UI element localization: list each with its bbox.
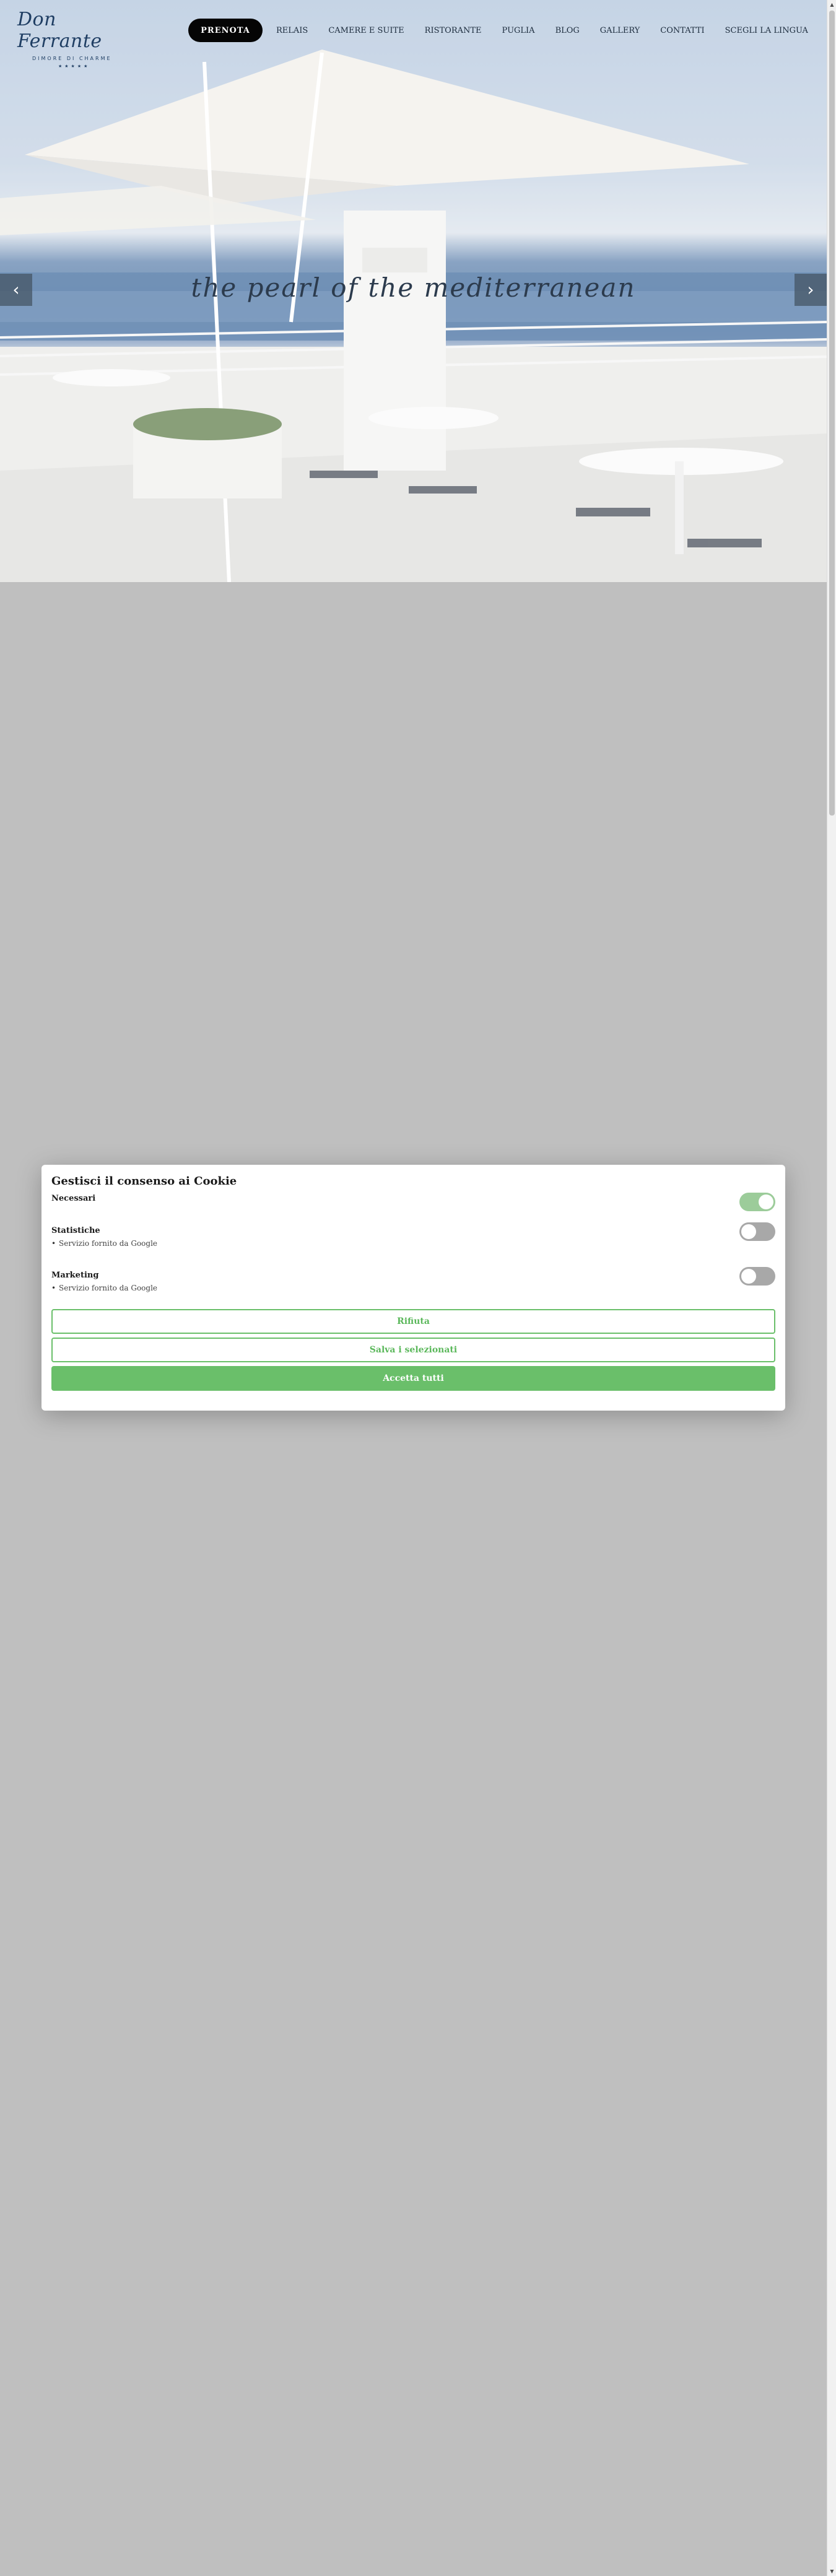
scroll-down-arrow-icon[interactable]: ▼ bbox=[827, 2567, 836, 2576]
nav-item-blog[interactable]: BLOG bbox=[555, 26, 580, 35]
cookie-dialog-title: Gestisci il consenso ai Cookie bbox=[51, 1175, 237, 1188]
cookie-category-necessary: Necessari bbox=[51, 1193, 775, 1226]
cookie-category-description: Servizio fornito da Google bbox=[51, 1239, 775, 1248]
chevron-left-icon: ‹ bbox=[12, 279, 20, 300]
statistics-toggle[interactable] bbox=[739, 1222, 775, 1241]
chevron-right-icon: › bbox=[807, 279, 814, 300]
cookie-category-title: Necessari bbox=[51, 1194, 96, 1203]
slider-next-button[interactable]: › bbox=[795, 274, 827, 306]
logo-wordmark: Don Ferrante bbox=[17, 9, 102, 52]
cookie-category-statistics: Statistiche Servizio fornito da Google bbox=[51, 1222, 775, 1271]
reject-button[interactable]: Rifiuta bbox=[51, 1309, 775, 1334]
logo[interactable]: Don Ferrante DIMORE DI CHARME ★★★★★ bbox=[17, 9, 135, 69]
scroll-up-arrow-icon[interactable]: ▲ bbox=[827, 0, 836, 9]
slider-prev-button[interactable]: ‹ bbox=[0, 274, 32, 306]
toggle-knob bbox=[741, 1224, 756, 1239]
page-overlay bbox=[0, 582, 827, 2576]
cookie-category-marketing: Marketing Servizio fornito da Google bbox=[51, 1267, 775, 1309]
toggle-knob bbox=[741, 1269, 756, 1284]
nav-item-gallery[interactable]: GALLERY bbox=[600, 26, 640, 35]
marketing-toggle[interactable] bbox=[739, 1267, 775, 1286]
nav-item-camere-e-suite[interactable]: CAMERE E SUITE bbox=[328, 26, 404, 35]
nav-item-contatti[interactable]: CONTATTI bbox=[660, 26, 704, 35]
hero-tagline: the pearl of the mediterranean bbox=[191, 272, 636, 303]
necessary-toggle[interactable] bbox=[739, 1193, 775, 1211]
book-button[interactable]: PRENOTA bbox=[188, 19, 263, 42]
nav-item-relais[interactable]: RELAIS bbox=[276, 26, 308, 35]
nav-item-ristorante[interactable]: RISTORANTE bbox=[425, 26, 482, 35]
cookie-consent-dialog: Gestisci il consenso ai Cookie Necessari… bbox=[41, 1165, 785, 1411]
cookie-category-title: Marketing bbox=[51, 1271, 99, 1280]
cookie-category-title: Statistiche bbox=[51, 1226, 100, 1235]
scroll-thumb[interactable] bbox=[829, 11, 835, 816]
toggle-knob bbox=[759, 1194, 773, 1209]
main-nav: PRENOTA RELAIS CAMERE E SUITE RISTORANTE… bbox=[188, 19, 808, 42]
logo-subtitle: DIMORE DI CHARME bbox=[32, 56, 112, 61]
save-selected-button[interactable]: Salva i selezionati bbox=[51, 1338, 775, 1362]
cookie-category-description: Servizio fornito da Google bbox=[51, 1284, 775, 1292]
page-scrollbar[interactable]: ▲ ▼ bbox=[827, 0, 836, 2576]
nav-item-puglia[interactable]: PUGLIA bbox=[502, 26, 535, 35]
logo-stars: ★★★★★ bbox=[58, 64, 90, 69]
hero-banner: Don Ferrante DIMORE DI CHARME ★★★★★ PREN… bbox=[0, 0, 827, 582]
accept-all-button[interactable]: Accetta tutti bbox=[51, 1366, 775, 1391]
nav-item-language[interactable]: SCEGLI LA LINGUA bbox=[725, 26, 808, 35]
